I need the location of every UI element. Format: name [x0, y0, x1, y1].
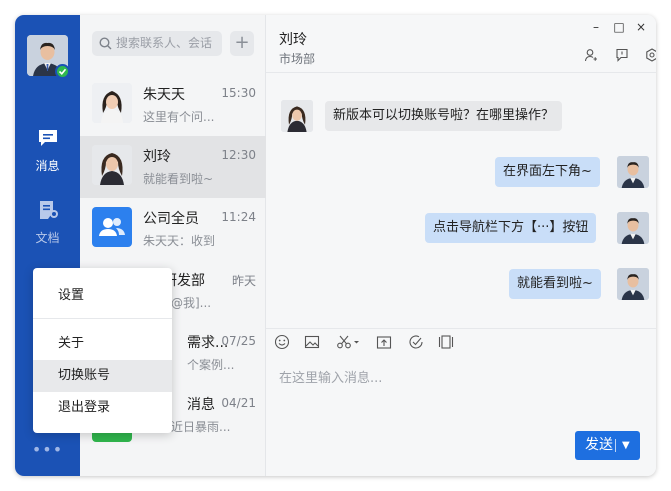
group-avatar: [92, 207, 132, 247]
contact-name: 刘玲: [143, 149, 171, 165]
scissors-icon[interactable]: [336, 334, 360, 350]
menu-item-about[interactable]: 关于: [33, 328, 172, 360]
upload-file-icon[interactable]: [376, 334, 392, 350]
nav-item-documents[interactable]: 文档: [15, 199, 80, 246]
chat-title: 刘玲: [279, 32, 307, 48]
send-divider: [615, 439, 616, 452]
conversation-item-selected[interactable]: 刘玲 12:30 就能看到啦~: [80, 136, 266, 198]
online-status-icon: [55, 64, 70, 79]
menu-item-switch-account[interactable]: 切换账号: [33, 360, 172, 392]
nav-label-messages: 消息: [35, 159, 60, 173]
chat-subtitle: 市场部: [279, 52, 316, 66]
message-preview: 个案例...: [187, 358, 235, 372]
conversation-item[interactable]: 公司全员 11:24 朱天天：收到: [80, 198, 266, 260]
nav-item-messages[interactable]: 消息: [15, 127, 80, 174]
message-bubble-outgoing: 就能看到啦~: [509, 269, 601, 299]
screen-record-icon[interactable]: [438, 334, 454, 350]
search-input[interactable]: 搜索联系人、会话: [92, 31, 222, 56]
search-icon: [99, 37, 112, 50]
message-bubble-outgoing: 点击导航栏下方【···】按钮: [425, 213, 597, 243]
image-icon[interactable]: [304, 334, 320, 350]
flag-icon[interactable]: [615, 48, 629, 62]
chat-header: 刘玲 市场部 – □ ×: [266, 15, 656, 73]
contact-avatar: [92, 145, 132, 185]
nav-label-documents: 文档: [35, 231, 60, 245]
contact-name: 朱天天: [143, 87, 185, 103]
close-button[interactable]: ×: [634, 20, 648, 34]
message-icon: [38, 130, 57, 146]
check-icon[interactable]: [408, 334, 424, 350]
menu-item-logout[interactable]: 退出登录: [33, 392, 172, 424]
my-avatar-small: [617, 212, 649, 244]
message-time: 15:30: [221, 86, 256, 100]
send-label: 发送: [585, 437, 613, 453]
message-bubble-incoming: 新版本可以切换账号啦？在哪里操作？: [325, 101, 563, 131]
minimize-button[interactable]: –: [589, 20, 603, 34]
composer-toolbar: [266, 328, 656, 352]
contact-avatar: [281, 100, 313, 132]
message-input[interactable]: 在这里输入消息...: [279, 367, 382, 386]
document-icon: [39, 201, 58, 219]
maximize-button[interactable]: □: [612, 20, 626, 34]
add-contact-icon[interactable]: [584, 48, 598, 62]
message-preview: 这里有个问...: [143, 110, 215, 124]
message-preview: 朱天天：收到: [143, 234, 216, 248]
menu-divider: [33, 318, 172, 319]
more-menu-button[interactable]: •••: [15, 440, 80, 459]
my-avatar-small: [617, 268, 649, 300]
group-icon: [99, 218, 125, 236]
message-time: 04/21: [221, 396, 256, 410]
add-button[interactable]: +: [230, 31, 254, 56]
message-bubble-outgoing: 在界面左下角~: [495, 157, 600, 187]
more-menu-popup: 设置 关于 切换账号 退出登录: [33, 268, 172, 433]
emoji-icon[interactable]: [274, 334, 290, 350]
contact-name: 公司全员: [143, 211, 199, 227]
search-placeholder: 搜索联系人、会话: [116, 36, 213, 50]
message-preview: @我]...: [171, 296, 212, 310]
conversation-item[interactable]: 朱天天 15:30 这里有个问...: [80, 74, 266, 136]
chevron-down-icon[interactable]: ▼: [622, 431, 630, 460]
contact-avatar: [92, 83, 132, 123]
send-button[interactable]: 发送 ▼: [575, 431, 640, 460]
message-time: 07/25: [221, 334, 256, 348]
chat-panel: 刘玲 市场部 – □ × 新版本可以切换账号啦？在哪里操作？ 在界面左下角~ 点…: [266, 15, 656, 476]
message-preview: 就能看到啦~: [143, 172, 214, 186]
menu-item-settings[interactable]: 设置: [33, 280, 172, 312]
contact-name: 消息: [187, 397, 215, 413]
message-time: 12:30: [221, 148, 256, 162]
message-time: 昨天: [231, 274, 256, 288]
my-avatar-small: [617, 156, 649, 188]
settings-icon[interactable]: [645, 48, 656, 62]
message-time: 11:24: [221, 210, 256, 224]
